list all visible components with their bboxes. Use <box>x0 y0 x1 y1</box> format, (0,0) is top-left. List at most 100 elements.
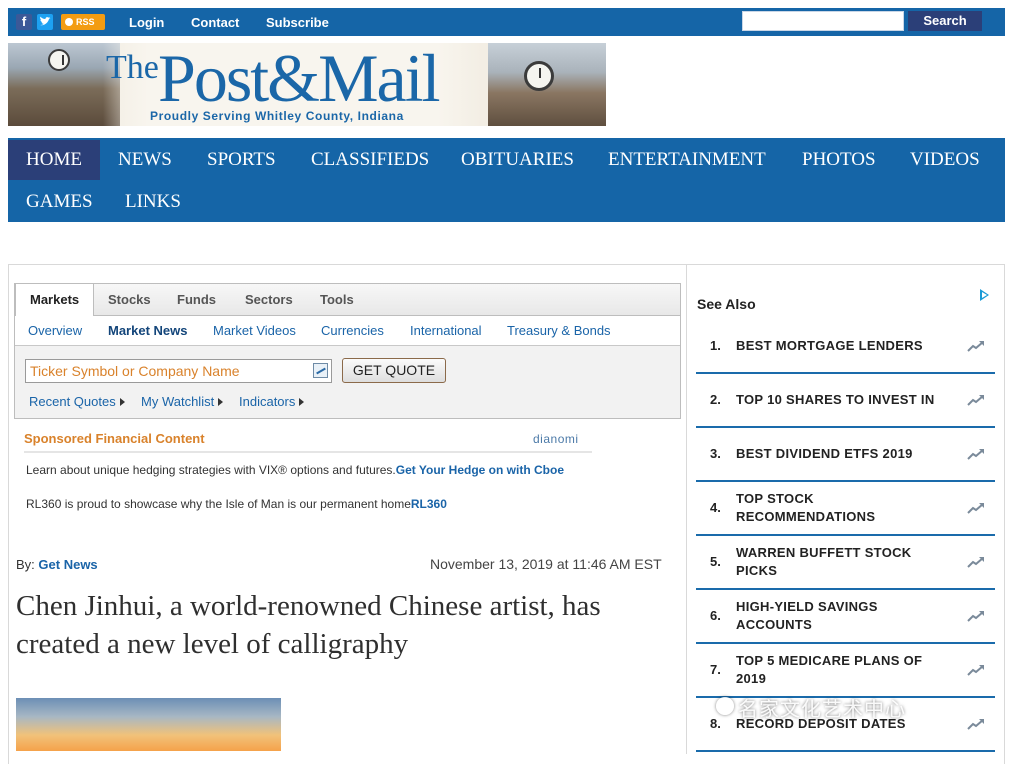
chart-icon[interactable] <box>313 363 328 378</box>
trend-up-icon <box>967 395 984 406</box>
contact-link[interactable]: Contact <box>191 15 239 30</box>
markets-subtabs: Overview Market News Market Videos Curre… <box>15 316 680 346</box>
courthouse-photo-right <box>488 43 606 126</box>
see-also-title: See Also <box>697 296 756 312</box>
see-also-item-1[interactable]: 1. BEST MORTGAGE LENDERS <box>696 320 995 374</box>
sponsored-item: Learn about unique hedging strategies wi… <box>26 463 564 477</box>
trend-up-icon <box>967 557 984 568</box>
see-also-item-6[interactable]: 6. HIGH-YIELD SAVINGS ACCOUNTS <box>696 590 995 644</box>
sponsored-link[interactable]: Get Your Hedge on with Cboe <box>396 463 564 477</box>
login-link[interactable]: Login <box>129 15 164 30</box>
trend-up-icon <box>967 611 984 622</box>
search-input[interactable] <box>742 11 904 31</box>
sponsored-item: RL360 is proud to showcase why the Isle … <box>26 497 447 511</box>
indicators-label: Indicators <box>239 394 296 409</box>
markets-widget: Markets Stocks Funds Sectors Tools Overv… <box>14 283 681 419</box>
ticker-search-input[interactable]: Ticker Symbol or Company Name <box>25 359 332 383</box>
author-link[interactable]: Get News <box>38 557 97 572</box>
watermark-text: 名家文化艺术中心 <box>738 699 906 721</box>
see-also-number: 6. <box>710 608 721 623</box>
nav-obituaries[interactable]: OBITUARIES <box>461 140 574 180</box>
nav-games[interactable]: GAMES <box>26 182 93 222</box>
byline-label: By: <box>16 557 35 572</box>
dianomi-logo[interactable]: dianomi <box>533 432 579 446</box>
arrow-right-icon <box>119 398 125 406</box>
search-button[interactable]: Search <box>908 11 982 31</box>
main-nav: HOME NEWS SPORTS CLASSIFIEDS OBITUARIES … <box>8 138 1005 222</box>
my-watchlist-link[interactable]: My Watchlist <box>141 394 224 409</box>
sponsored-link[interactable]: RL360 <box>411 497 447 511</box>
see-also-number: 3. <box>710 446 721 461</box>
see-also-label: TOP 10 SHARES TO INVEST IN <box>736 392 935 407</box>
twitter-icon[interactable] <box>37 14 53 30</box>
sponsored-text: RL360 is proud to showcase why the Isle … <box>26 497 411 511</box>
see-also-item-3[interactable]: 3. BEST DIVIDEND ETFS 2019 <box>696 428 995 482</box>
sponsored-title: Sponsored Financial Content <box>24 431 205 446</box>
trend-up-icon <box>967 719 984 730</box>
indicators-link[interactable]: Indicators <box>239 394 305 409</box>
nav-videos[interactable]: VIDEOS <box>910 140 980 180</box>
nav-sports[interactable]: SPORTS <box>207 140 276 180</box>
subtab-treasury-bonds[interactable]: Treasury & Bonds <box>507 323 611 338</box>
trend-up-icon <box>967 449 984 460</box>
clock-icon <box>48 49 70 71</box>
trend-up-icon <box>967 503 984 514</box>
see-also-label: BEST DIVIDEND ETFS 2019 <box>736 446 913 461</box>
subtab-market-videos[interactable]: Market Videos <box>213 323 296 338</box>
nav-photos[interactable]: PHOTOS <box>802 140 876 180</box>
see-also-number: 7. <box>710 662 721 677</box>
subscribe-link[interactable]: Subscribe <box>266 15 329 30</box>
arrow-right-icon <box>299 398 305 406</box>
subtab-overview[interactable]: Overview <box>28 323 82 338</box>
see-also-item-7[interactable]: 7. TOP 5 MEDICARE PLANS OF 2019 <box>696 644 995 698</box>
sponsored-divider <box>24 451 592 453</box>
get-quote-button[interactable]: GET QUOTE <box>342 358 446 383</box>
clock-icon <box>524 61 554 91</box>
logo-title: Post&Mail <box>158 43 440 116</box>
top-bar: f RSS Login Contact Subscribe Search <box>8 8 1005 36</box>
see-also-number: 4. <box>710 500 721 515</box>
nav-entertainment[interactable]: ENTERTAINMENT <box>608 140 766 180</box>
rss-label: RSS <box>76 17 95 27</box>
tab-funds[interactable]: Funds <box>177 284 216 316</box>
see-also-label: TOP 5 MEDICARE PLANS OF 2019 <box>736 653 923 686</box>
subtab-international[interactable]: International <box>410 323 482 338</box>
logo-the: The <box>106 49 159 86</box>
nav-home[interactable]: HOME <box>8 140 100 180</box>
watermark-logo-icon <box>716 697 734 715</box>
nav-links[interactable]: LINKS <box>125 182 181 222</box>
see-also-label: WARREN BUFFETT STOCK PICKS <box>736 545 912 578</box>
see-also-number: 2. <box>710 392 721 407</box>
arrow-right-icon <box>218 398 224 406</box>
my-watchlist-label: My Watchlist <box>141 394 215 409</box>
article-image <box>16 698 281 751</box>
adchoices-icon[interactable] <box>980 289 989 301</box>
markets-tabs: Markets Stocks Funds Sectors Tools <box>15 283 680 317</box>
tab-markets[interactable]: Markets <box>15 283 95 317</box>
see-also-label: HIGH-YIELD SAVINGS ACCOUNTS <box>736 599 878 632</box>
see-also-label: BEST MORTGAGE LENDERS <box>736 338 923 353</box>
subtab-currencies[interactable]: Currencies <box>321 323 384 338</box>
recent-quotes-label: Recent Quotes <box>29 394 116 409</box>
tab-sectors[interactable]: Sectors <box>245 284 293 316</box>
recent-quotes-link[interactable]: Recent Quotes <box>29 394 125 409</box>
see-also-label: TOP STOCK RECOMMENDATIONS <box>736 491 876 524</box>
nav-classifieds[interactable]: CLASSIFIEDS <box>311 140 429 180</box>
rss-feed-button[interactable]: RSS <box>61 14 105 30</box>
subtab-market-news[interactable]: Market News <box>108 323 187 338</box>
ticker-placeholder: Ticker Symbol or Company Name <box>30 363 240 379</box>
article-byline: By: Get News <box>16 557 98 572</box>
rss-icon <box>65 18 73 26</box>
nav-news[interactable]: NEWS <box>118 140 172 180</box>
article-date: November 13, 2019 at 11:46 AM EST <box>430 556 662 572</box>
facebook-icon[interactable]: f <box>16 14 32 30</box>
sponsored-text: Learn about unique hedging strategies wi… <box>26 463 396 477</box>
tab-tools[interactable]: Tools <box>320 284 354 316</box>
logo-tagline: Proudly Serving Whitley County, Indiana <box>150 109 404 123</box>
see-also-number: 1. <box>710 338 721 353</box>
see-also-item-5[interactable]: 5. WARREN BUFFETT STOCK PICKS <box>696 536 995 590</box>
see-also-item-2[interactable]: 2. TOP 10 SHARES TO INVEST IN <box>696 374 995 428</box>
tab-stocks[interactable]: Stocks <box>108 284 151 316</box>
masthead-logo[interactable]: The Post&Mail Proudly Serving Whitley Co… <box>8 43 606 126</box>
see-also-item-4[interactable]: 4. TOP STOCK RECOMMENDATIONS <box>696 482 995 536</box>
